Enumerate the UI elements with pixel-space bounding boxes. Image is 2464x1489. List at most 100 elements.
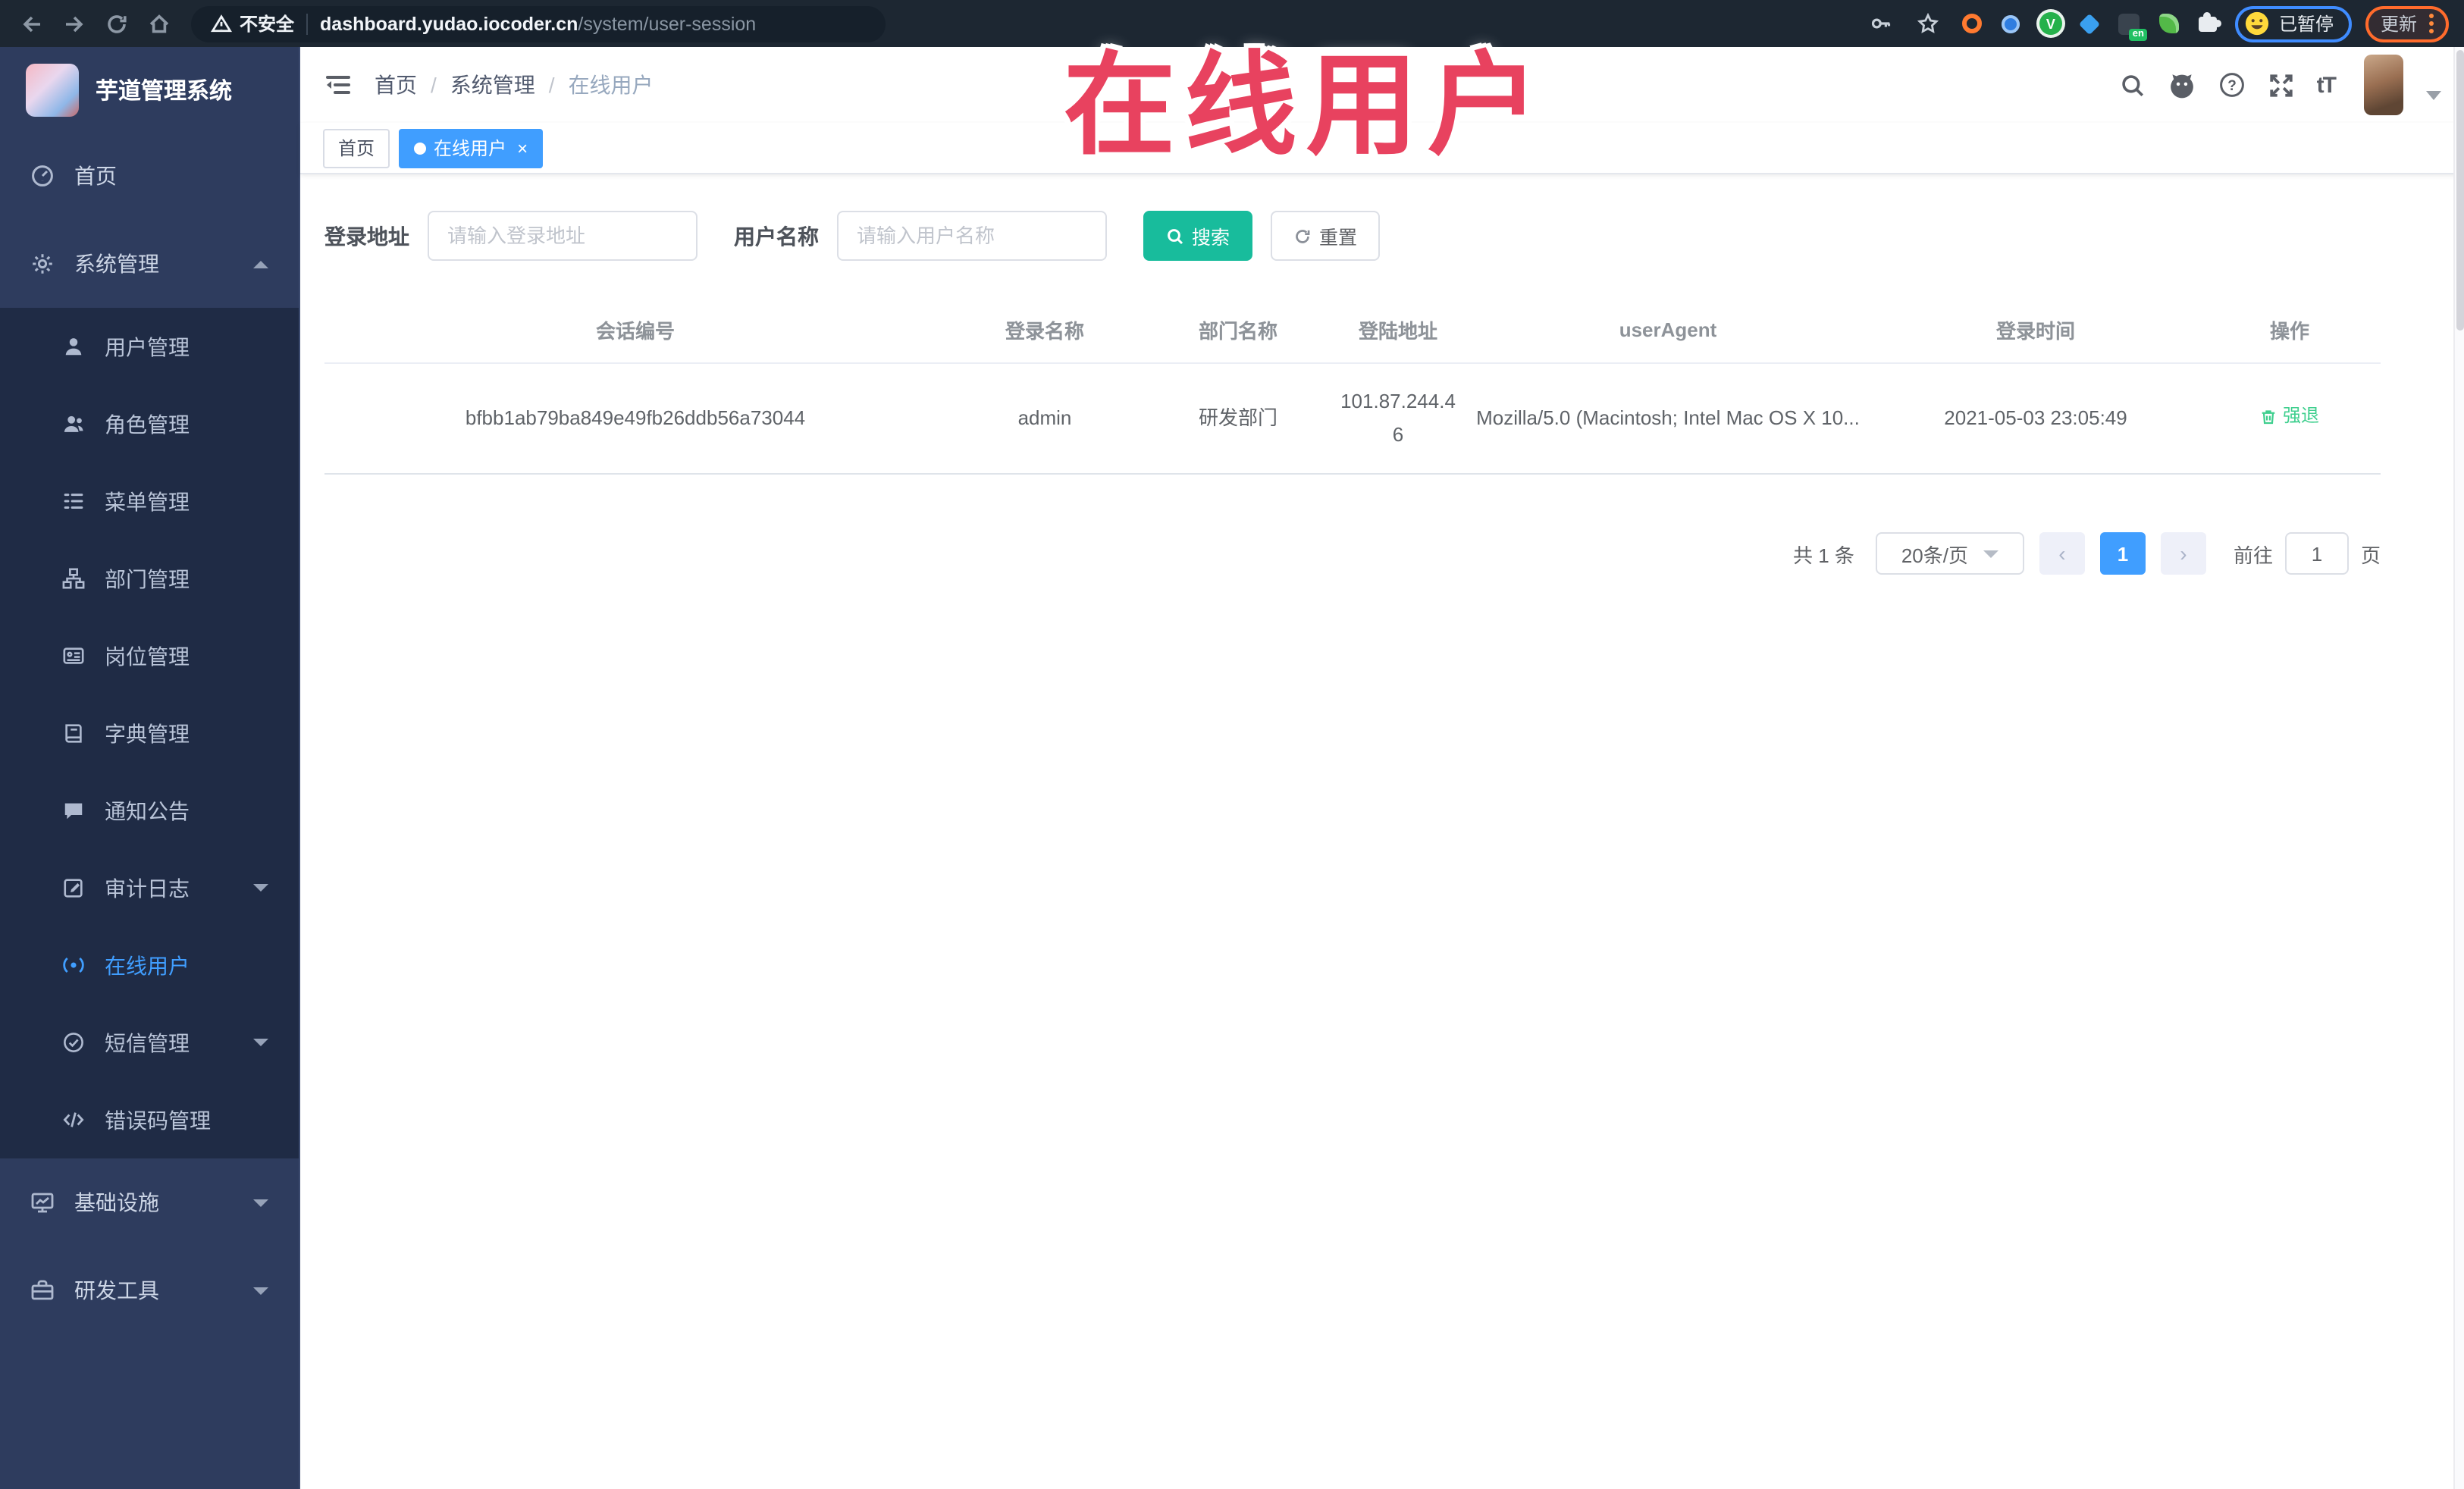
window-scrollbar[interactable]	[2453, 47, 2464, 1489]
back-icon[interactable]	[15, 7, 49, 40]
cell-login-name: admin	[946, 363, 1143, 475]
forward-icon[interactable]	[58, 7, 91, 40]
sidebar-item-label: 岗位管理	[105, 644, 190, 668]
goto-label: 前往	[2233, 544, 2273, 567]
smiley-emoji-icon	[2244, 11, 2270, 36]
sidebar-item-menus[interactable]: 菜单管理	[0, 462, 299, 540]
tag-close-icon[interactable]: ×	[514, 139, 528, 157]
navbar-tools: ? tT	[2120, 55, 2441, 115]
sidebar-item-home[interactable]: 首页	[0, 132, 299, 220]
page-size-select[interactable]: 20条/页	[1875, 532, 2024, 575]
table-row[interactable]: bfbb1ab79ba849e49fb26ddb56a73044 admin 研…	[324, 363, 2381, 475]
org-tree-icon	[61, 566, 85, 591]
app-title: 芋道管理系统	[96, 78, 233, 104]
scrollbar-thumb[interactable]	[2456, 50, 2464, 331]
browser-actions: V en 已暂停 更新	[1865, 5, 2449, 42]
breadcrumb-home[interactable]: 首页	[375, 70, 417, 100]
bookmark-star-icon[interactable]	[1912, 7, 1945, 40]
username-input[interactable]	[837, 211, 1107, 261]
search-button[interactable]: 搜索	[1143, 211, 1253, 261]
col-login-name: 登录名称	[946, 297, 1143, 364]
sidebar-item-users[interactable]: 用户管理	[0, 308, 299, 385]
sidebar-item-depts[interactable]: 部门管理	[0, 540, 299, 617]
id-card-icon	[61, 644, 85, 668]
app-logo	[26, 63, 79, 116]
tag-home[interactable]: 首页	[323, 128, 390, 168]
goto-page-input[interactable]	[2284, 532, 2349, 575]
dict-book-icon	[61, 721, 85, 745]
app-window: 芋道管理系统 首页 系统管理 用户管理 角色管理 菜单管理 部门管理 岗位管理 …	[0, 47, 2464, 1489]
tag-label: 首页	[338, 138, 375, 159]
extensions-puzzle-icon[interactable]	[2196, 11, 2222, 36]
sidebar-item-label: 审计日志	[105, 876, 190, 900]
role-icon	[61, 412, 85, 436]
caret-down-icon[interactable]	[2426, 91, 2441, 100]
help-icon[interactable]: ?	[2218, 71, 2246, 99]
security-warning[interactable]: 不安全	[211, 11, 294, 36]
sidebar-item-online-users[interactable]: 在线用户	[0, 926, 299, 1004]
tag-label: 在线用户	[434, 138, 507, 159]
ext-leaf-icon[interactable]	[2156, 11, 2182, 36]
announcement-icon	[61, 798, 85, 823]
ext-blue-drop-icon[interactable]	[1998, 11, 2024, 36]
gear-icon	[30, 252, 55, 276]
font-size-icon[interactable]: tT	[2317, 72, 2337, 98]
ext-translate-icon[interactable]: en	[2117, 11, 2147, 41]
kebab-menu-icon[interactable]	[2429, 14, 2434, 33]
fullscreen-icon[interactable]	[2268, 72, 2294, 98]
search-icon[interactable]	[2120, 72, 2146, 98]
sidebar-item-audit-log[interactable]: 审计日志	[0, 849, 299, 926]
sidebar-item-system[interactable]: 系统管理	[0, 220, 299, 308]
sidebar-item-dev-tools[interactable]: 研发工具	[0, 1246, 299, 1334]
sidebar-item-roles[interactable]: 角色管理	[0, 385, 299, 462]
reload-icon[interactable]	[100, 7, 133, 40]
sidebar-item-dict[interactable]: 字典管理	[0, 694, 299, 772]
col-actions: 操作	[2199, 297, 2381, 364]
home-icon[interactable]	[143, 7, 176, 40]
login-address-label: 登录地址	[324, 224, 409, 248]
key-icon[interactable]	[1865, 7, 1898, 40]
pagination: 共 1 条 20条/页 ‹ 1 › 前往 页	[324, 532, 2381, 575]
sidebar-item-label: 菜单管理	[105, 489, 190, 513]
sessions-table: 会话编号 登录名称 部门名称 登陆地址 userAgent 登录时间 操作 bf…	[324, 297, 2381, 475]
sidebar-item-notice[interactable]: 通知公告	[0, 772, 299, 849]
sidebar-fold-icon[interactable]	[323, 70, 353, 100]
app-logo-row[interactable]: 芋道管理系统	[0, 47, 299, 132]
col-login-time: 登录时间	[1873, 297, 2199, 364]
breadcrumb-system[interactable]: 系统管理	[450, 70, 535, 100]
update-button[interactable]: 更新	[2365, 5, 2449, 42]
page-1-button[interactable]: 1	[2099, 532, 2146, 575]
login-address-input[interactable]	[428, 211, 698, 261]
page-content: 登录地址 用户名称 搜索 重置	[300, 174, 2464, 1489]
sidebar-item-sms[interactable]: 短信管理	[0, 1004, 299, 1081]
next-page-button[interactable]: ›	[2160, 532, 2206, 575]
ext-green-check-icon[interactable]: V	[2038, 11, 2064, 36]
sidebar-item-infrastructure[interactable]: 基础设施	[0, 1158, 299, 1246]
sidebar-item-posts[interactable]: 岗位管理	[0, 617, 299, 694]
translate-badge: en	[2129, 29, 2147, 41]
github-icon[interactable]	[2168, 71, 2196, 99]
sidebar-item-label: 用户管理	[105, 334, 190, 359]
paused-label: 已暂停	[2278, 14, 2334, 35]
sidebar-item-label: 通知公告	[105, 798, 190, 823]
ext-orange-icon[interactable]	[1959, 11, 1985, 36]
refresh-icon	[1296, 229, 1310, 243]
ext-blue-gem-icon[interactable]	[2077, 11, 2103, 36]
prev-page-button[interactable]: ‹	[2039, 532, 2085, 575]
tag-online-users[interactable]: 在线用户 ×	[399, 128, 544, 168]
sidebar-item-label: 字典管理	[105, 721, 190, 745]
address-bar[interactable]: 不安全 dashboard.yudao.iocoder.cn/system/us…	[191, 5, 886, 42]
sidebar-item-error-codes[interactable]: 错误码管理	[0, 1081, 299, 1158]
breadcrumb-separator: /	[431, 73, 437, 97]
paused-extension-pill[interactable]: 已暂停	[2234, 5, 2352, 42]
online-user-icon	[61, 953, 85, 977]
cell-actions: 强退	[2199, 363, 2381, 475]
reset-button[interactable]: 重置	[1271, 211, 1381, 261]
avatar[interactable]	[2364, 55, 2403, 115]
chevron-down-icon	[253, 1287, 268, 1294]
update-label: 更新	[2380, 14, 2417, 35]
sidebar-item-label: 错误码管理	[105, 1108, 211, 1132]
force-logout-button[interactable]: 强退	[2260, 401, 2319, 432]
tags-view: 首页 在线用户 ×	[300, 123, 2464, 174]
cell-login-ip: 101.87.244.46	[1333, 363, 1463, 475]
